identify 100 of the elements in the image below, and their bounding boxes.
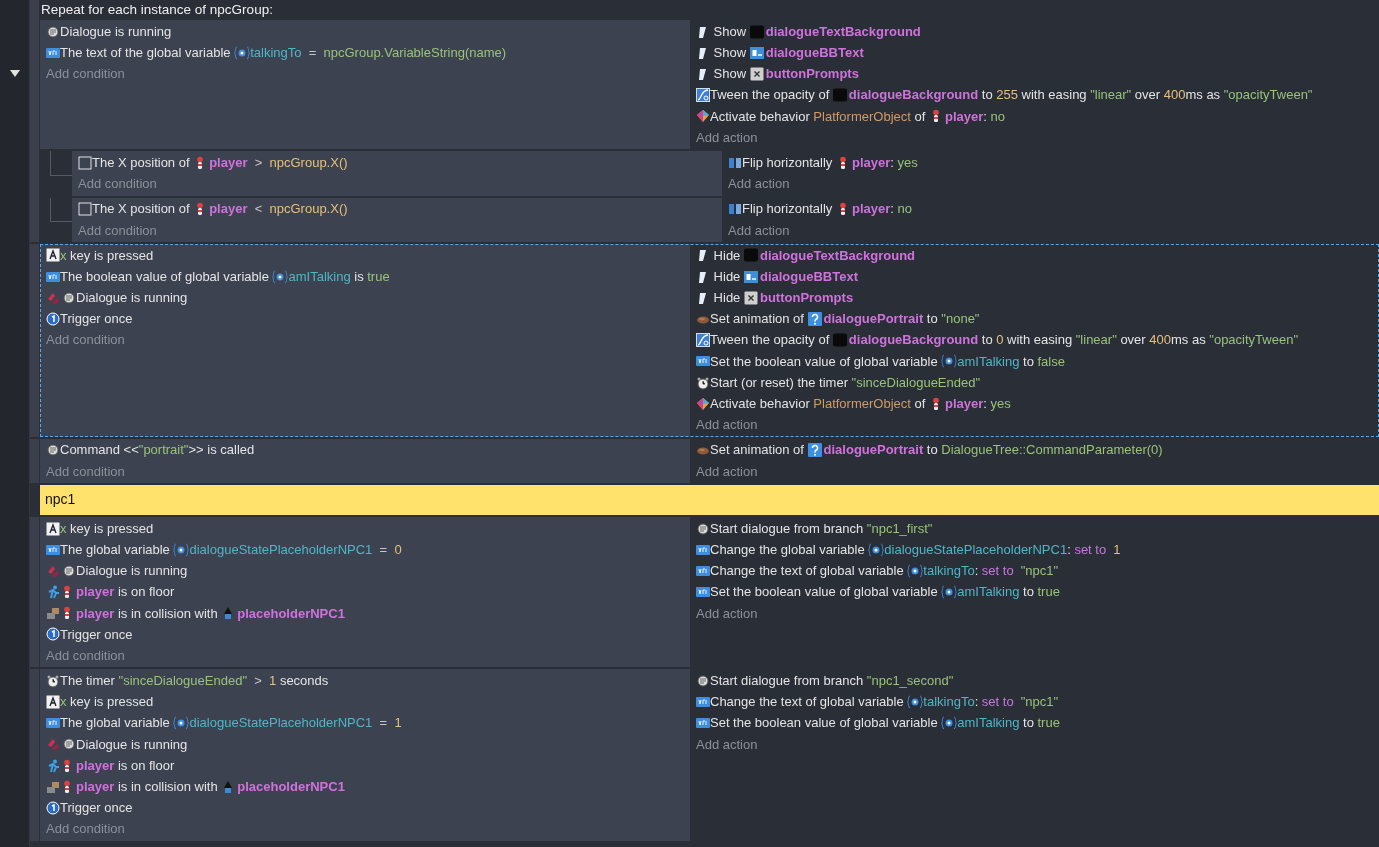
repeat-header[interactable]: Repeat for each instance of npcGroup: — [40, 0, 1379, 20]
phrase-text: to — [1022, 352, 1035, 371]
string-value: "linear" — [1090, 86, 1132, 105]
phrase-text: >> is called — [188, 441, 255, 460]
object-name: dialoguePortrait — [823, 310, 924, 329]
keyword-text: set to — [1074, 540, 1107, 559]
add-condition-link[interactable]: Add condition — [78, 174, 157, 194]
operator-text: > — [253, 672, 263, 691]
phrase-text: Set the boolean value of global variable — [710, 714, 939, 733]
object-name: dialogueBackground — [848, 86, 979, 105]
string-value: no — [990, 107, 1005, 126]
string-value: DialogueTree::CommandParameter(0) — [941, 441, 1163, 460]
object-name: dialogueBackground — [848, 331, 979, 350]
comment-note[interactable]: npc1 — [40, 484, 1379, 515]
phrase-text: The X position of — [92, 153, 191, 172]
phrase-text: seconds — [278, 672, 329, 691]
number-value: npcGroup.X() — [269, 200, 348, 219]
string-value: x — [60, 693, 67, 712]
variable-name: talkingTo — [923, 693, 975, 712]
phrase-text: Dialogue is running — [76, 735, 188, 754]
phrase-text: is — [353, 267, 365, 286]
phrase-text: to — [980, 86, 994, 105]
add-condition-link[interactable]: Add condition — [78, 220, 157, 241]
phrase-text: of — [913, 395, 927, 414]
add-condition-link[interactable]: Add condition — [46, 330, 125, 350]
phrase-text: ms as — [1171, 331, 1207, 350]
string-value: "opacityTween" — [1223, 86, 1313, 105]
phrase-text: The text of the global variable — [60, 44, 232, 63]
phrase-text: Dialogue is running — [76, 289, 188, 308]
string-value: yes — [990, 395, 1011, 414]
add-condition-link[interactable]: Add condition — [46, 819, 125, 839]
phrase-text: Trigger once — [60, 799, 133, 818]
add-action-link[interactable]: Add action — [728, 220, 790, 241]
number-value: 1 — [394, 714, 402, 733]
phrase-text: Show — [712, 44, 748, 63]
phrase-text: ms as — [1185, 86, 1222, 105]
add-action-link[interactable]: Add action — [696, 603, 758, 624]
object-name: dialogueTextBackground — [759, 246, 916, 265]
phrase-text: Hide — [712, 289, 742, 308]
number-value: 0 — [394, 540, 402, 559]
event-row[interactable]: The X position of player > npcGroup.X() Add condition Flip horizontally player: yes Add action — [40, 151, 1379, 196]
number-value: npcGroup.X() — [269, 153, 348, 172]
phrase-text: The global variable — [60, 714, 171, 733]
add-condition-link[interactable]: Add condition — [46, 461, 125, 482]
phrase-text: Change the text of global variable — [710, 693, 905, 712]
keyword-text: set to — [981, 562, 1014, 581]
string-value: "npc1_second" — [866, 672, 954, 691]
number-value: 400 — [1163, 86, 1186, 105]
number-value: 0 — [996, 331, 1004, 350]
variable-name: amITalking — [957, 714, 1020, 733]
phrase-text: to — [1022, 714, 1035, 733]
phrase-text: The global variable — [60, 540, 171, 559]
phrase-text: The X position of — [92, 200, 191, 219]
phrase-text: over — [1133, 86, 1162, 105]
add-action-link[interactable]: Add action — [696, 127, 758, 148]
phrase-text: Flip horizontally — [742, 153, 834, 172]
string-value: true — [1037, 583, 1060, 602]
add-action-link[interactable]: Add action — [696, 415, 758, 435]
phrase-text: The boolean value of global variable — [60, 267, 270, 286]
phrase-text: to — [925, 310, 939, 329]
keyword-text: set to — [981, 693, 1014, 712]
string-value: false — [1037, 352, 1065, 371]
phrase-text: Change the text of global variable — [710, 562, 905, 581]
phrase-text: key is pressed — [69, 519, 154, 538]
phrase-text: is in collision with — [116, 604, 219, 623]
object-name: buttonPrompts — [765, 65, 859, 84]
event-row[interactable]: The X position of player < npcGroup.X() Add condition Flip horizontally player: no Add action — [40, 197, 1379, 242]
operator-text: = — [307, 44, 318, 63]
phrase-text: key is pressed — [69, 693, 154, 712]
behavior-name: PlatformerObject — [813, 107, 911, 126]
string-value: x — [60, 519, 67, 538]
phrase-text: key is pressed — [69, 246, 154, 265]
phrase-text: Hide — [712, 246, 742, 265]
object-name: player — [76, 604, 115, 623]
phrase-text: : — [974, 562, 980, 581]
phrase-text: Start dialogue from branch — [710, 672, 865, 691]
variable-name: talkingTo — [250, 44, 302, 63]
add-condition-link[interactable]: Add condition — [46, 645, 125, 666]
string-value: "portrait" — [138, 441, 189, 460]
phrase-text: over — [1119, 331, 1147, 350]
phrase-text: with easing — [1006, 331, 1074, 350]
behavior-name: PlatformerObject — [813, 395, 911, 414]
phrase-text: Start (or reset) the timer — [710, 373, 849, 392]
add-action-link[interactable]: Add action — [728, 174, 790, 194]
phrase-text: with easing — [1020, 86, 1088, 105]
variable-name: amITalking — [288, 267, 351, 286]
add-action-link[interactable]: Add action — [696, 734, 758, 755]
string-value: true — [367, 267, 390, 286]
phrase-text: Change the global variable — [710, 540, 866, 559]
phrase-text: Tween the opacity of — [710, 86, 831, 105]
phrase-text: is on floor — [116, 583, 175, 602]
add-action-link[interactable]: Add action — [696, 461, 758, 482]
number-value: 1 — [1113, 540, 1121, 559]
phrase-text: Trigger once — [60, 310, 133, 329]
operator-text: = — [378, 714, 389, 733]
event-row[interactable]: Command <<"portrait">> is called Add condition Set animation of dialoguePortrait to DialogueTree::CommandParameter(0) Add action — [40, 438, 1379, 483]
phrase-text: : — [890, 200, 895, 219]
add-condition-link[interactable]: Add condition — [46, 64, 125, 84]
phrase-text: to — [980, 331, 994, 350]
string-value: "npc1_first" — [866, 519, 933, 538]
